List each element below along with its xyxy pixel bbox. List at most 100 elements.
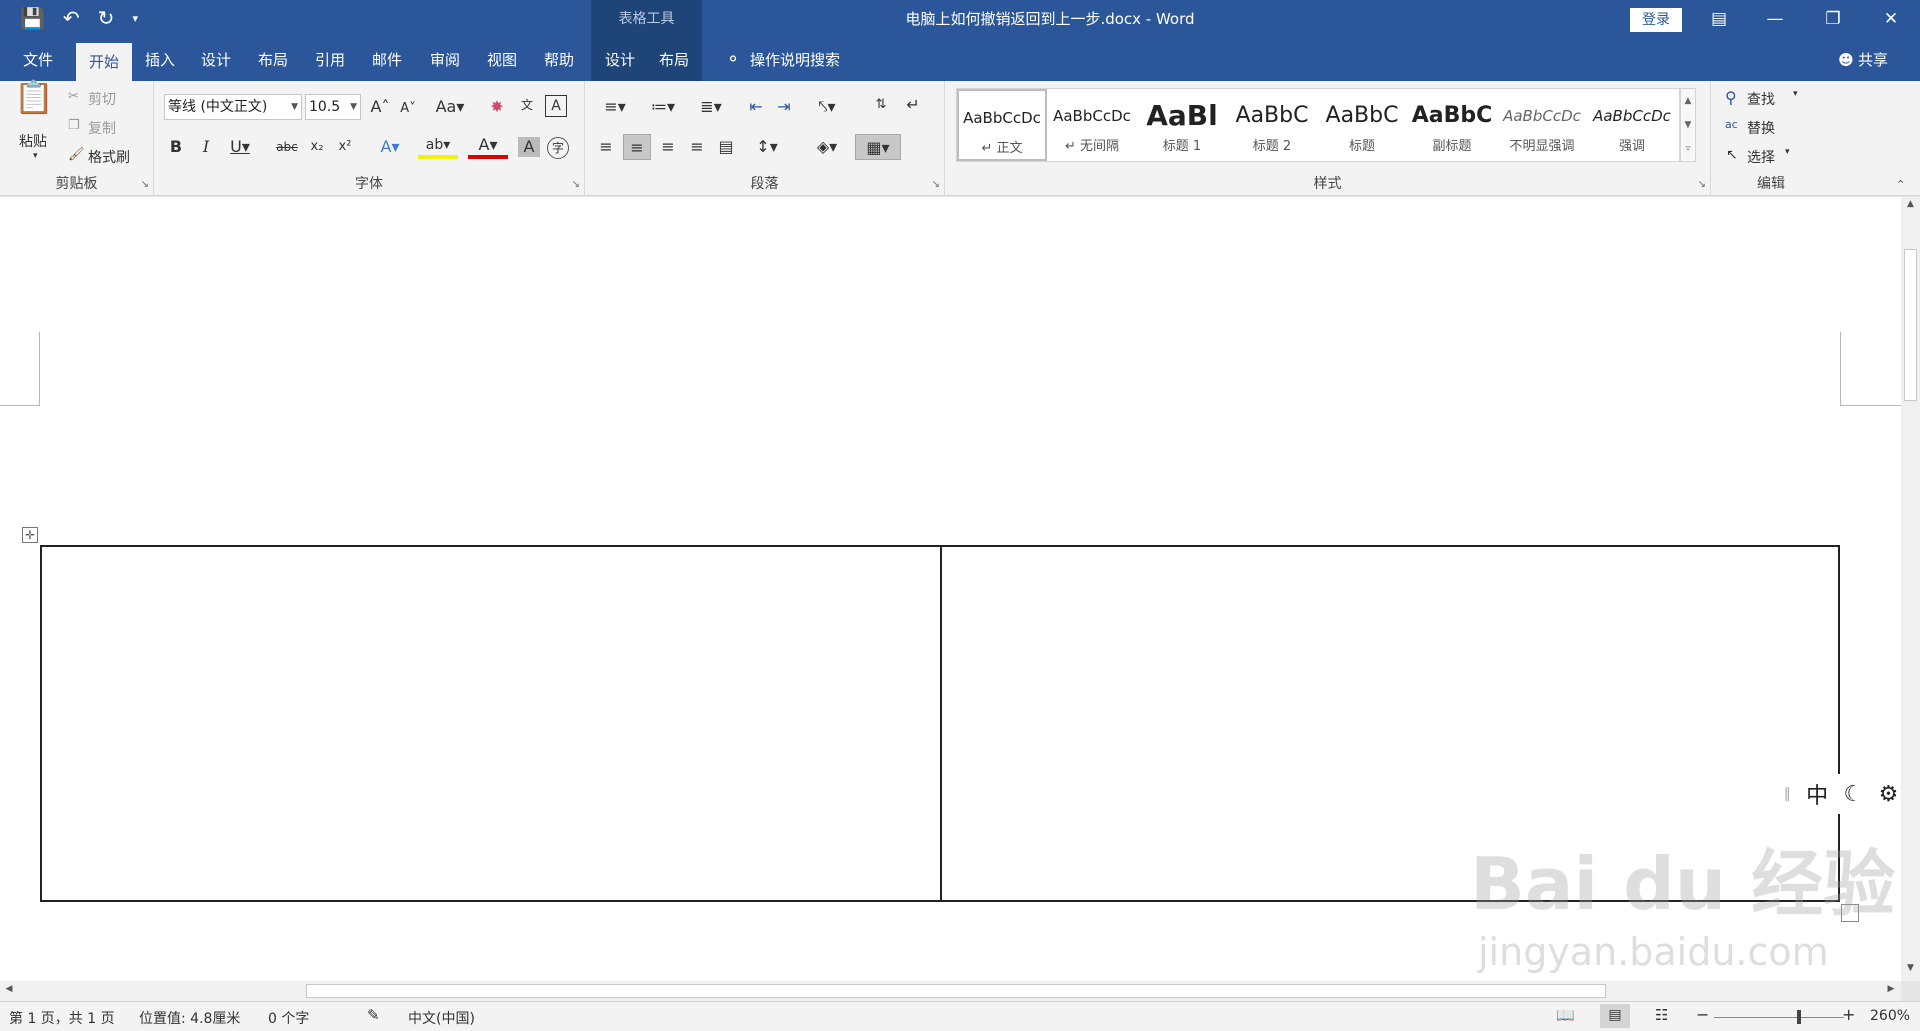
- word-count[interactable]: 0 个字: [268, 1008, 309, 1028]
- redo-icon[interactable]: ↻: [98, 6, 115, 30]
- format-painter-button[interactable]: 格式刷: [88, 147, 130, 167]
- select-cursor-icon[interactable]: ↖: [1726, 147, 1738, 163]
- sort-icon[interactable]: ⇅: [870, 95, 892, 115]
- more-styles-icon[interactable]: ▿: [1681, 137, 1695, 161]
- moon-icon[interactable]: ☾: [1843, 782, 1863, 807]
- underline-icon[interactable]: U▾: [224, 137, 256, 157]
- enclose-characters-icon[interactable]: 字: [547, 137, 569, 159]
- tab-view[interactable]: 视图: [480, 39, 524, 81]
- zoom-slider-track[interactable]: [1714, 1017, 1844, 1018]
- select-dropdown-icon[interactable]: ▾: [1785, 147, 1790, 157]
- subscript-icon[interactable]: x₂: [306, 137, 328, 157]
- numbering-icon[interactable]: ≔▾: [643, 97, 683, 117]
- character-shading-icon[interactable]: A: [518, 137, 540, 157]
- replace-button[interactable]: 替换: [1747, 118, 1775, 138]
- ime-drag-handle-icon[interactable]: ‖: [1784, 786, 1791, 802]
- bold-icon[interactable]: B: [166, 137, 186, 157]
- align-right-icon[interactable]: ≡: [657, 137, 679, 157]
- scroll-down-arrow-icon[interactable]: ▼: [1903, 963, 1918, 977]
- tab-design[interactable]: 设计: [194, 39, 238, 81]
- grow-font-icon[interactable]: A˄: [369, 97, 391, 117]
- proofing-icon[interactable]: ✎: [367, 1006, 380, 1024]
- clear-formatting-icon[interactable]: ✸: [486, 97, 508, 117]
- page-count[interactable]: 第 1 页，共 1 页: [9, 1008, 115, 1028]
- print-layout-icon[interactable]: ▤: [1600, 1004, 1630, 1028]
- settings-gear-icon[interactable]: ⚙: [1879, 782, 1899, 807]
- shading-icon[interactable]: ◈▾: [807, 137, 847, 157]
- paste-dropdown-icon[interactable]: ▾: [33, 151, 38, 161]
- scroll-up-arrow-icon[interactable]: ▲: [1903, 199, 1918, 213]
- phonetic-guide-icon[interactable]: 文: [516, 95, 538, 115]
- tab-review[interactable]: 审阅: [423, 39, 467, 81]
- cut-button[interactable]: 剪切: [88, 89, 116, 109]
- vertical-position[interactable]: 位置值: 4.8厘米: [139, 1008, 240, 1028]
- save-icon[interactable]: 💾: [20, 6, 45, 30]
- minimize-icon[interactable]: —: [1752, 0, 1798, 39]
- show-marks-icon[interactable]: ↵: [902, 95, 924, 115]
- font-color-icon[interactable]: A▾: [468, 135, 508, 159]
- borders-icon[interactable]: ▦▾: [855, 134, 901, 160]
- tab-table-design[interactable]: 设计: [595, 39, 645, 81]
- highlight-color-icon[interactable]: ab▾: [418, 135, 458, 159]
- table-column-divider[interactable]: [940, 547, 942, 900]
- align-left-icon[interactable]: ≡: [595, 137, 617, 157]
- style-subtle-emphasis[interactable]: AaBbCcDc 不明显强调: [1497, 89, 1587, 161]
- style-subtitle[interactable]: AaBbC 副标题: [1407, 89, 1497, 161]
- ribbon-display-icon[interactable]: ▤: [1696, 0, 1742, 39]
- paste-icon[interactable]: 📋: [14, 81, 54, 127]
- language[interactable]: 中文(中国): [408, 1008, 475, 1028]
- tab-table-layout[interactable]: 布局: [649, 39, 699, 81]
- collapse-ribbon-icon[interactable]: ⌃: [1896, 178, 1905, 191]
- superscript-icon[interactable]: x²: [334, 137, 356, 157]
- scroll-up-icon[interactable]: ▲: [1681, 89, 1695, 113]
- font-name-dropdown[interactable]: 等线 (中文正文) ▼: [164, 94, 302, 120]
- distributed-icon[interactable]: ▤: [715, 137, 737, 157]
- clipboard-launcher-icon[interactable]: ↘: [141, 179, 149, 190]
- tell-me-search[interactable]: 操作说明搜索: [750, 39, 860, 81]
- tab-home[interactable]: 开始: [76, 43, 132, 81]
- character-border-icon[interactable]: A: [545, 95, 567, 117]
- scroll-right-arrow-icon[interactable]: ▶: [1884, 984, 1898, 998]
- format-painter-icon[interactable]: 🖌: [68, 147, 85, 162]
- italic-icon[interactable]: I: [196, 137, 216, 157]
- find-button[interactable]: 查找: [1747, 89, 1775, 109]
- paragraph-launcher-icon[interactable]: ↘: [932, 179, 940, 190]
- scroll-down-icon[interactable]: ▼: [1681, 113, 1695, 137]
- vertical-scroll-thumb[interactable]: [1904, 249, 1917, 401]
- styles-scroll[interactable]: ▲ ▼ ▿: [1680, 88, 1696, 162]
- increase-indent-icon[interactable]: ⇥: [773, 97, 795, 117]
- find-icon[interactable]: ⚲: [1725, 88, 1737, 107]
- replace-icon[interactable]: ac: [1725, 118, 1738, 131]
- copy-button[interactable]: 复制: [88, 118, 116, 138]
- decrease-indent-icon[interactable]: ⇤: [745, 97, 767, 117]
- style-emphasis[interactable]: AaBbCcDc 强调: [1587, 89, 1677, 161]
- customize-qat-icon[interactable]: ▾: [132, 12, 138, 25]
- undo-icon[interactable]: ↶: [63, 6, 80, 30]
- scissors-icon[interactable]: ✂: [68, 89, 79, 104]
- ime-mode-toggle[interactable]: 中: [1806, 778, 1828, 810]
- multilevel-list-icon[interactable]: ≣▾: [691, 97, 731, 117]
- align-center-icon[interactable]: ≡: [623, 134, 651, 160]
- zoom-out-icon[interactable]: −: [1696, 1005, 1709, 1024]
- style-heading-1[interactable]: AaBl 标题 1: [1137, 89, 1227, 161]
- paste-button[interactable]: 粘贴: [19, 131, 47, 151]
- style-normal[interactable]: AaBbCcDc ↵ 正文: [957, 89, 1047, 161]
- tab-help[interactable]: 帮助: [537, 39, 581, 81]
- tab-file[interactable]: 文件: [14, 39, 62, 81]
- style-heading-2[interactable]: AaBbC 标题 2: [1227, 89, 1317, 161]
- strikethrough-icon[interactable]: abc: [274, 137, 300, 157]
- style-no-spacing[interactable]: AaBbCcDc ↵ 无间隔: [1047, 89, 1137, 161]
- close-icon[interactable]: ✕: [1868, 0, 1914, 39]
- zoom-in-icon[interactable]: +: [1842, 1005, 1855, 1024]
- change-case-icon[interactable]: Aa▾: [432, 97, 468, 117]
- chinese-layout-icon[interactable]: ⤣▾: [807, 97, 847, 117]
- zoom-level[interactable]: 260%: [1870, 1008, 1910, 1024]
- horizontal-scrollbar[interactable]: ◀ ▶: [0, 981, 1901, 1001]
- styles-launcher-icon[interactable]: ↘: [1698, 179, 1706, 190]
- bullets-icon[interactable]: ≡▾: [595, 97, 635, 117]
- scroll-left-arrow-icon[interactable]: ◀: [2, 984, 16, 998]
- tab-mailings[interactable]: 邮件: [365, 39, 409, 81]
- font-launcher-icon[interactable]: ↘: [572, 179, 580, 190]
- style-title[interactable]: AaBbC 标题: [1317, 89, 1407, 161]
- horizontal-scroll-thumb[interactable]: [306, 984, 1606, 998]
